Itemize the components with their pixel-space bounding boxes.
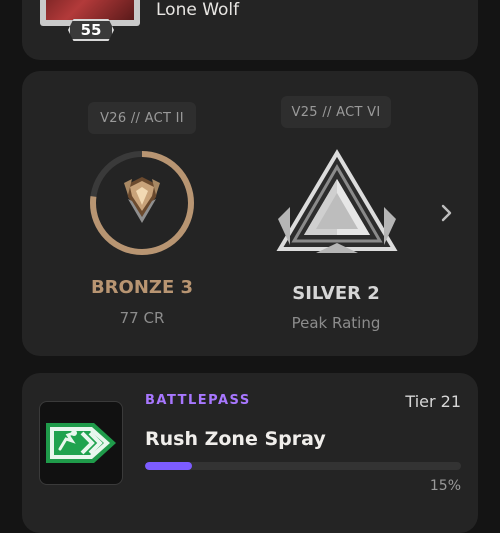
silver-rank-icon bbox=[276, 149, 398, 253]
battlepass-reward-thumbnail bbox=[39, 401, 123, 485]
peak-rank-name: SILVER 2 bbox=[292, 283, 380, 304]
battlepass-label: BATTLEPASS bbox=[145, 393, 251, 408]
battlepass-tier: Tier 21 bbox=[405, 392, 461, 411]
level-badge: 55 bbox=[68, 19, 114, 41]
bronze-rank-icon bbox=[124, 177, 160, 223]
player-card-art bbox=[46, 0, 134, 20]
peak-rank-caption: Peak Rating bbox=[291, 314, 381, 332]
rank-progress-ring bbox=[90, 151, 194, 255]
player-card[interactable]: 55 Lone Wolf bbox=[22, 0, 478, 60]
battlepass-card[interactable]: BATTLEPASS Tier 21 Rush Zone Spray 15% bbox=[22, 373, 478, 533]
current-rank-name: BRONZE 3 bbox=[90, 277, 194, 298]
rush-zone-spray-icon bbox=[46, 423, 116, 463]
player-title: Lone Wolf bbox=[156, 0, 240, 20]
current-act-label: V26 // ACT II bbox=[88, 102, 196, 134]
next-rank-button[interactable] bbox=[432, 199, 460, 227]
battlepass-progress-fill bbox=[145, 462, 193, 470]
battlepass-progress-bar bbox=[145, 462, 461, 470]
current-rank-rating: 77 CR bbox=[119, 309, 165, 327]
chevron-right-icon bbox=[441, 204, 452, 222]
battlepass-progress-percent: 15% bbox=[429, 478, 461, 494]
rank-card[interactable]: V26 // ACT II V25 // ACT VI BRONZE 3 77 … bbox=[22, 71, 478, 356]
peak-act-label: V25 // ACT VI bbox=[281, 96, 391, 128]
battlepass-reward-name: Rush Zone Spray bbox=[145, 428, 326, 450]
